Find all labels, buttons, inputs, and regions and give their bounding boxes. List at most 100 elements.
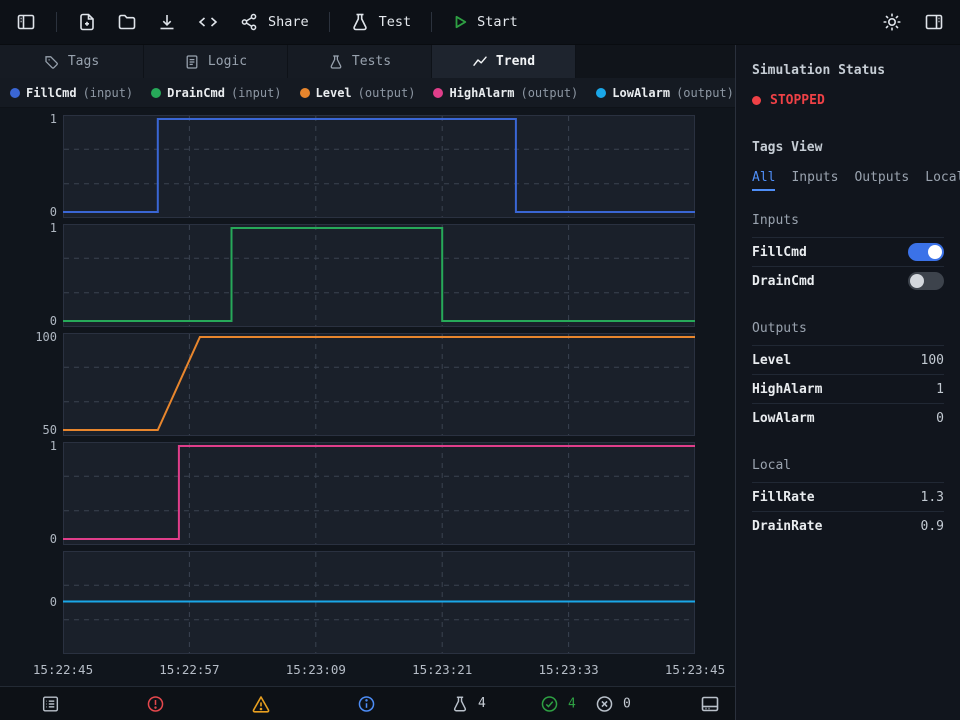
file-plus-icon: [77, 12, 97, 32]
tag-label: FillRate: [752, 490, 815, 505]
y-tick-label: 1: [50, 112, 57, 126]
toolbar-right-group: [882, 12, 944, 32]
subplot-highalarm: 10: [0, 442, 735, 545]
download-button[interactable]: [157, 12, 177, 32]
view-tab-local[interactable]: Local: [925, 170, 960, 191]
tag-label: DrainRate: [752, 519, 822, 534]
tag-label: HighAlarm: [752, 382, 822, 397]
theme-toggle-button[interactable]: [882, 12, 902, 32]
log-button[interactable]: [41, 694, 60, 713]
top-toolbar: Share Test Start: [0, 0, 960, 45]
y-tick-label: 0: [50, 595, 57, 609]
simulation-status-value: STOPPED: [752, 93, 944, 108]
tag-value: 100: [921, 353, 944, 368]
tag-sections: InputsFillCmdDrainCmdOutputsLevel100High…: [752, 213, 944, 540]
legend-dot: [151, 88, 161, 98]
test-button[interactable]: Test: [350, 12, 412, 32]
y-tick-label: 1: [50, 221, 57, 235]
section-title-outputs: Outputs: [752, 321, 944, 336]
tab-tests[interactable]: Tests: [288, 45, 432, 78]
tests-total-indicator[interactable]: 4: [451, 695, 486, 713]
y-axis-labels: 10: [0, 224, 63, 327]
trend-legend: FillCmd(input) DrainCmd(input) Level(outpu…: [0, 78, 735, 108]
open-folder-button[interactable]: [117, 12, 137, 32]
tab-logic[interactable]: Logic: [144, 45, 288, 78]
tags-view-tabs: AllInputsOutputsLocal: [752, 170, 944, 191]
error-icon: [146, 694, 165, 713]
tag-icon: [44, 54, 60, 70]
tests-flask-icon: [451, 695, 469, 713]
status-bar: 4 4 0: [0, 686, 735, 720]
tab-tags[interactable]: Tags: [0, 45, 144, 78]
y-tick-label: 1: [50, 439, 57, 453]
view-tab-inputs[interactable]: Inputs: [791, 170, 838, 191]
tag-row-drainrate: DrainRate 0.9: [752, 511, 944, 540]
tag-row-fillrate: FillRate1.3: [752, 482, 944, 511]
view-tab-outputs[interactable]: Outputs: [854, 170, 909, 191]
toggle-knob: [928, 245, 942, 259]
main-panel: Tags Logic Tests Trend FillCmd(input) Dra…: [0, 45, 735, 720]
time-axis: 15:22:4515:22:5715:23:0915:23:2115:23:33…: [0, 660, 735, 680]
tag-row-level: Level 100: [752, 345, 944, 374]
tag-value: 0.9: [921, 519, 944, 534]
y-axis-labels: 10050: [0, 333, 63, 436]
tag-value: 1: [936, 382, 944, 397]
y-tick-label: 100: [35, 330, 57, 344]
tag-row-fillcmd: FillCmd: [752, 237, 944, 266]
subplot-canvas-draincmd: [63, 224, 695, 327]
tag-label: Level: [752, 353, 791, 368]
tests-total-count: 4: [478, 696, 486, 711]
toolbar-separator: [329, 12, 330, 32]
tag-row-highalarm: HighAlarm 1: [752, 374, 944, 403]
fillcmd-toggle[interactable]: [908, 243, 944, 261]
legend-item-lowalarm[interactable]: LowAlarm(output): [596, 86, 734, 100]
view-tab-all[interactable]: All: [752, 170, 775, 191]
info-icon: [357, 694, 376, 713]
legend-dot: [10, 88, 20, 98]
panel-bottom-icon: [700, 694, 720, 714]
tag-label: FillCmd: [752, 245, 807, 260]
check-circle-icon: [540, 694, 559, 713]
subplot-level: 10050: [0, 333, 735, 436]
legend-item-draincmd[interactable]: DrainCmd(input): [151, 86, 281, 100]
info-button[interactable]: [357, 694, 376, 713]
tests-passed-indicator[interactable]: 4: [540, 694, 576, 713]
tag-row-draincmd: DrainCmd: [752, 266, 944, 295]
tag-value: 0: [936, 411, 944, 426]
bottom-panel-toggle-button[interactable]: [700, 694, 720, 714]
subplot-canvas-fillcmd: [63, 115, 695, 218]
legend-item-level[interactable]: Level(output): [300, 86, 416, 100]
new-file-button[interactable]: [77, 12, 97, 32]
panel-right-toggle-button[interactable]: [924, 12, 944, 32]
legend-dot: [596, 88, 606, 98]
section-title-local: Local: [752, 458, 944, 473]
play-icon: [452, 14, 468, 30]
share-button[interactable]: Share: [239, 12, 309, 32]
subplot-lowalarm: 0: [0, 551, 735, 654]
y-axis-labels: 10: [0, 442, 63, 545]
errors-button[interactable]: [146, 694, 165, 713]
folder-icon: [117, 12, 137, 32]
tab-trend[interactable]: Trend: [432, 45, 576, 78]
x-tick-label: 15:23:09: [286, 662, 346, 677]
sun-icon: [882, 12, 902, 32]
tests-failed-indicator[interactable]: 0: [595, 694, 631, 713]
subplot-canvas-level: [63, 333, 695, 436]
x-tick-label: 15:23:33: [538, 662, 598, 677]
start-button[interactable]: Start: [452, 14, 518, 30]
tab-label: Trend: [496, 54, 535, 69]
draincmd-toggle[interactable]: [908, 272, 944, 290]
tests-passed-count: 4: [568, 696, 576, 711]
code-view-button[interactable]: [197, 12, 219, 32]
legend-name: FillCmd: [26, 86, 77, 100]
legend-dot: [300, 88, 310, 98]
legend-item-fillcmd[interactable]: FillCmd(input): [10, 86, 133, 100]
tag-row-lowalarm: LowAlarm0: [752, 403, 944, 432]
subplot-canvas-highalarm: [63, 442, 695, 545]
legend-item-highalarm[interactable]: HighAlarm(output): [433, 86, 578, 100]
sidebar-toggle-button[interactable]: [16, 12, 36, 32]
tag-label: DrainCmd: [752, 274, 815, 289]
warnings-button[interactable]: [251, 694, 271, 714]
content-row: Tags Logic Tests Trend FillCmd(input) Dra…: [0, 45, 960, 720]
toolbar-separator: [431, 12, 432, 32]
